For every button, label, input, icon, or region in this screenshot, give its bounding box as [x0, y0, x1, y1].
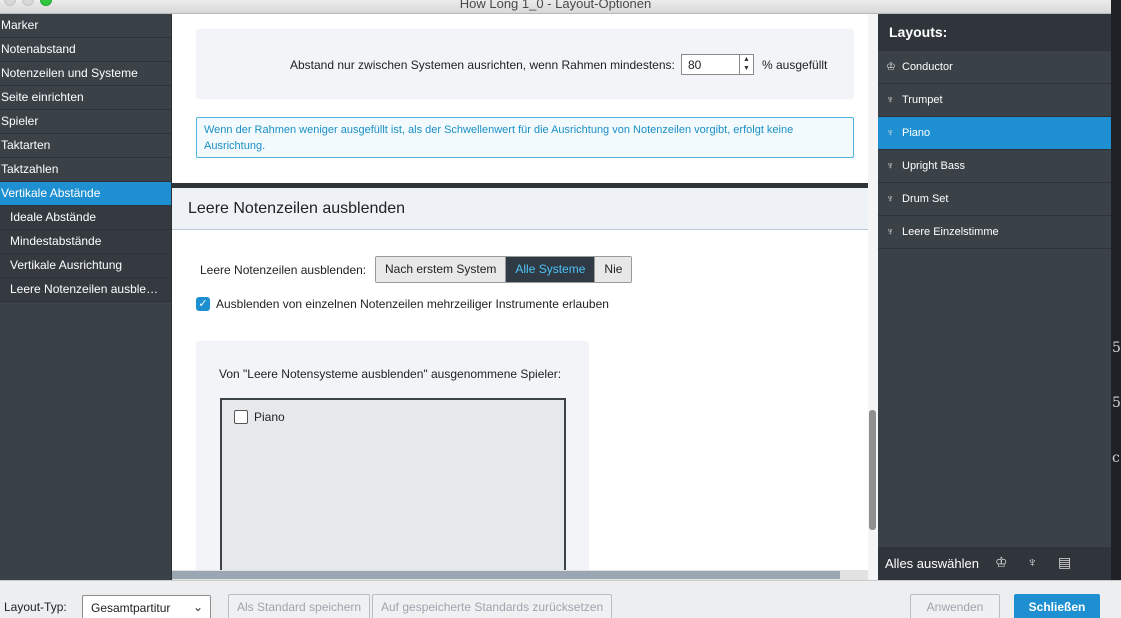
vertical-scrollbar[interactable] — [868, 14, 878, 580]
title-bar: How Long 1_0 - Layout-Optionen — [0, 0, 1111, 14]
hide-staves-label: Leere Notenzeilen ausblenden: — [200, 263, 367, 277]
layout-item-upright-bass[interactable]: ♆ Upright Bass — [878, 150, 1111, 183]
excluded-players-label: Von "Leere Notensysteme ausblenden" ausg… — [219, 367, 562, 381]
nav-subitem-vertikale-ausrichtung[interactable]: Vertikale Ausrichtung — [0, 254, 171, 278]
scroll-thumb[interactable] — [172, 571, 840, 579]
nav-subitem-ideale-abstaende[interactable]: Ideale Abstände — [0, 206, 171, 230]
excluded-players-group: Von "Leere Notensysteme ausblenden" ausg… — [196, 341, 589, 580]
nav-subitem-mindestabstaende[interactable]: Mindestabstände — [0, 230, 171, 254]
part-icon: ♆ — [886, 160, 895, 172]
category-sidebar: Marker Notenabstand Notenzeilen und Syst… — [0, 14, 171, 580]
nav-item-taktarten[interactable]: Taktarten — [0, 134, 171, 158]
option-nach-erstem-system[interactable]: Nach erstem System — [376, 257, 507, 282]
part-icon: ♆ — [886, 193, 895, 205]
nav-item-notenzeilen-und-systeme[interactable]: Notenzeilen und Systeme — [0, 62, 171, 86]
excluded-players-list[interactable]: Piano — [220, 398, 566, 580]
layout-item-conductor[interactable]: ♔ Conductor — [878, 51, 1111, 84]
layout-type-label: Layout-Typ: — [4, 600, 67, 614]
layout-label: Drum Set — [902, 193, 949, 205]
nav-item-spieler[interactable]: Spieler — [0, 110, 171, 134]
part-icon: ♆ — [886, 94, 895, 106]
background-app-strip: 5 5 c — [1111, 0, 1121, 618]
select-parts-icon[interactable]: ♆ — [1027, 554, 1038, 570]
scroll-thumb[interactable] — [869, 410, 876, 530]
layout-type-select[interactable]: Gesamtpartitur ⌄ — [82, 595, 211, 618]
allow-hide-individual-label: Ausblenden von einzelnen Notenzeilen meh… — [216, 297, 609, 311]
layout-item-piano[interactable]: ♆ Piano — [878, 117, 1111, 150]
threshold-label: Abstand nur zwischen Systemen ausrichten… — [290, 58, 675, 72]
threshold-group: Abstand nur zwischen Systemen ausrichten… — [196, 29, 854, 99]
layout-label: Piano — [902, 127, 931, 139]
layout-type-value: Gesamtpartitur — [91, 601, 171, 615]
layout-item-trumpet[interactable]: ♆ Trumpet — [878, 84, 1111, 117]
options-content: Abstand nur zwischen Systemen ausrichten… — [172, 14, 878, 580]
option-nie[interactable]: Nie — [595, 257, 632, 282]
section-title: Leere Notenzeilen ausblenden — [188, 200, 406, 217]
layout-item-drum-set[interactable]: ♆ Drum Set — [878, 183, 1111, 216]
save-as-default-button[interactable]: Als Standard speichern — [228, 594, 371, 618]
info-message: Wenn der Rahmen weniger ausgefüllt ist, … — [196, 117, 854, 158]
nav-item-notenabstand[interactable]: Notenabstand — [0, 38, 171, 62]
select-all-label: Alles auswählen — [885, 556, 979, 571]
checkmark-icon[interactable]: ✓ — [196, 297, 210, 311]
close-button[interactable]: Schließen — [1014, 594, 1100, 618]
horizontal-scrollbar[interactable] — [172, 570, 868, 580]
select-full-scores-icon[interactable]: ♔ — [995, 554, 1008, 571]
layout-label: Trumpet — [902, 94, 943, 106]
dialog-footer: Layout-Typ: Gesamtpartitur ⌄ Als Standar… — [0, 580, 1121, 618]
nav-item-taktzahlen[interactable]: Taktzahlen — [0, 158, 171, 182]
part-icon: ♆ — [886, 127, 895, 139]
apply-button[interactable]: Anwenden — [910, 594, 1000, 618]
chevron-down-icon: ⌄ — [192, 600, 203, 614]
hide-staves-segmented-control[interactable]: Nach erstem System Alle Systeme Nie — [375, 256, 633, 283]
nav-subitem-leere-notenzeilen[interactable]: Leere Notenzeilen ausble… — [0, 278, 171, 302]
nav-item-vertikale-abstaende[interactable]: Vertikale Abstände — [0, 182, 171, 206]
layout-label: Upright Bass — [902, 160, 965, 172]
layout-label: Leere Einzelstimme — [902, 226, 999, 238]
layouts-footer: Alles auswählen ♔ ♆ ▤ — [878, 547, 1111, 580]
stepper-arrows-icon[interactable]: ▲ ▼ — [739, 55, 753, 74]
layout-label: Conductor — [902, 61, 953, 73]
nav-item-seite-einrichten[interactable]: Seite einrichten — [0, 86, 171, 110]
option-alle-systeme[interactable]: Alle Systeme — [506, 257, 596, 282]
nav-item-marker[interactable]: Marker — [0, 14, 171, 38]
select-custom-layouts-icon[interactable]: ▤ — [1058, 554, 1071, 571]
threshold-unit: % ausgefüllt — [762, 58, 828, 72]
threshold-value[interactable]: 80 — [688, 58, 701, 72]
player-checkbox[interactable] — [234, 410, 248, 424]
section-header: Leere Notenzeilen ausblenden — [172, 188, 868, 230]
player-label: Piano — [254, 410, 285, 424]
window-title: How Long 1_0 - Layout-Optionen — [459, 0, 652, 11]
reset-to-defaults-button[interactable]: Auf gespeicherte Standards zurücksetzen — [372, 594, 613, 618]
part-icon: ♆ — [886, 226, 895, 238]
layout-item-leere-einzelstimme[interactable]: ♆ Leere Einzelstimme — [878, 216, 1111, 249]
score-icon: ♔ — [886, 61, 896, 73]
threshold-stepper[interactable]: 80 ▲ ▼ — [681, 54, 754, 75]
layouts-panel: Layouts: ♔ Conductor ♆ Trumpet ♆ Piano ♆ Upr… — [878, 14, 1111, 580]
layouts-title: Layouts: — [878, 14, 1111, 51]
